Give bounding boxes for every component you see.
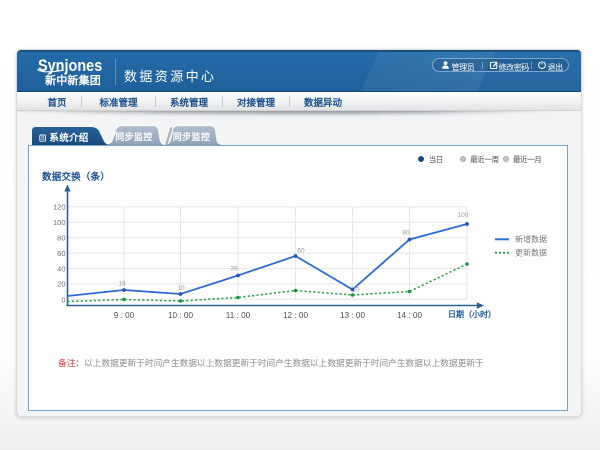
svg-text:10: 10 [177, 285, 185, 292]
svg-text:14 : 00: 14 : 00 [397, 311, 422, 320]
svg-text:系统介绍: 系统介绍 [49, 132, 88, 144]
svg-text:35: 35 [230, 266, 238, 273]
svg-text:9 : 00: 9 : 00 [114, 311, 135, 320]
svg-text:100: 100 [458, 212, 469, 219]
svg-text:13 : 00: 13 : 00 [340, 311, 365, 320]
svg-text:100: 100 [53, 218, 66, 227]
svg-text:120: 120 [53, 203, 66, 212]
svg-text:40: 40 [57, 264, 65, 273]
svg-text:18: 18 [118, 281, 126, 288]
svg-text:80: 80 [402, 230, 410, 237]
svg-text:60: 60 [297, 248, 305, 255]
svg-text:10: 10 [352, 287, 360, 294]
svg-text:新增数据: 新增数据 [515, 234, 547, 244]
svg-text:同步监控: 同步监控 [115, 131, 153, 142]
svg-text:更新数据: 更新数据 [515, 247, 547, 257]
svg-text:11 : 00: 11 : 00 [226, 311, 251, 320]
svg-text:12 : 00: 12 : 00 [283, 311, 308, 320]
svg-text:10 : 00: 10 : 00 [168, 311, 193, 320]
svg-text:80: 80 [57, 234, 65, 243]
svg-text:日期（小时）: 日期（小时） [448, 309, 496, 319]
svg-text:60: 60 [57, 249, 65, 258]
svg-text:20: 20 [57, 280, 65, 289]
svg-text:0: 0 [61, 296, 65, 305]
svg-text:同步监控: 同步监控 [173, 131, 211, 142]
